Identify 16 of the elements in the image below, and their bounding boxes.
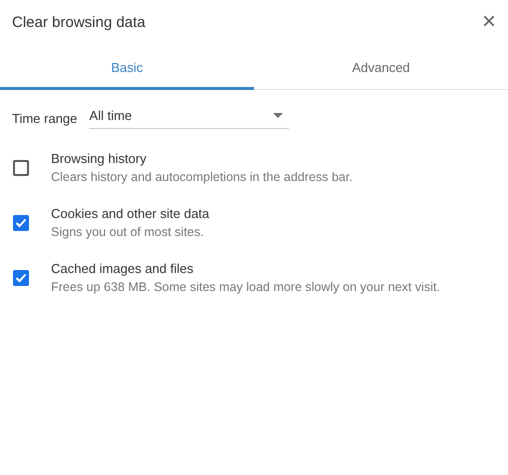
option-description: Clears history and autocompletions in the address bar. xyxy=(51,170,353,184)
option-title: Cookies and other site data xyxy=(51,206,210,221)
option-description: Signs you out of most sites. xyxy=(51,225,205,239)
time-range-dropdown[interactable]: All time xyxy=(89,108,290,129)
close-button[interactable]: × xyxy=(482,10,496,34)
option-description: Frees up 638 MB. Some sites may load more slowly on your next visit. xyxy=(51,280,440,294)
option-title: Cached images and files xyxy=(51,261,194,276)
tab[interactable]: Advanced xyxy=(254,48,508,90)
checkbox[interactable] xyxy=(13,160,29,176)
dialog-title: Clear browsing data xyxy=(12,14,146,30)
option-title: Browsing history xyxy=(51,151,148,166)
tab[interactable]: Basic xyxy=(0,48,254,90)
time-range-label: Time range xyxy=(12,111,78,126)
checkbox[interactable] xyxy=(13,270,29,286)
checkbox[interactable] xyxy=(13,215,29,231)
caret-icon xyxy=(273,113,284,118)
